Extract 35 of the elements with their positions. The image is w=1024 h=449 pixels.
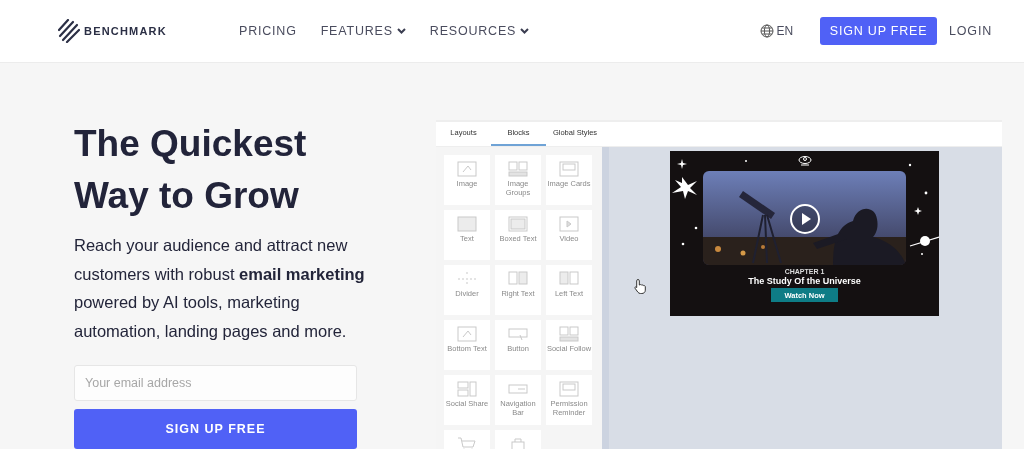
caret-icon[interactable] <box>520 28 530 34</box>
nav-link[interactable]: PRICING <box>239 24 297 38</box>
signup-button[interactable]: SIGN UP FREE <box>74 409 357 449</box>
layout-icon <box>457 161 477 177</box>
signup-button[interactable]: SIGN UP FREE <box>820 17 938 45</box>
logo-icon <box>58 19 80 43</box>
email-title: The Study Of the Universe <box>748 276 861 286</box>
layout-icon <box>508 216 528 232</box>
nav-link[interactable]: FEATURES <box>320 24 406 38</box>
login-link[interactable]: LOGIN <box>949 24 992 38</box>
bag-icon <box>508 436 528 449</box>
layout-icon <box>559 326 579 342</box>
email-field[interactable]: Your email address <box>74 365 357 401</box>
layout-icon <box>559 161 579 177</box>
layout-icon <box>457 326 477 342</box>
hand-cursor-icon <box>633 278 647 294</box>
layout-icon <box>559 381 579 397</box>
video-icon <box>559 216 579 232</box>
layout-icon <box>457 216 477 232</box>
layout-icon <box>508 271 528 287</box>
language-selector[interactable]: EN <box>760 24 794 38</box>
divider-icon <box>457 271 477 287</box>
logo-text: BENCHMARK <box>84 25 167 37</box>
headline: The Quickest Way to Grow <box>74 122 308 218</box>
layout-icon <box>559 271 579 287</box>
brand-logo-icon <box>797 155 812 166</box>
button-icon <box>508 326 528 342</box>
nav-link[interactable]: RESOURCES <box>429 24 530 38</box>
layout-icon <box>508 381 528 397</box>
hero-description: Reach your audience and attract new customers with robust email marketing powered by AI tools, marketing automation, landing pages and more. <box>74 235 366 342</box>
play-icon[interactable] <box>789 203 821 235</box>
cart-icon <box>457 436 477 449</box>
caret-icon[interactable] <box>396 28 406 34</box>
layout-icon <box>508 161 528 177</box>
layout-icon <box>457 381 477 397</box>
